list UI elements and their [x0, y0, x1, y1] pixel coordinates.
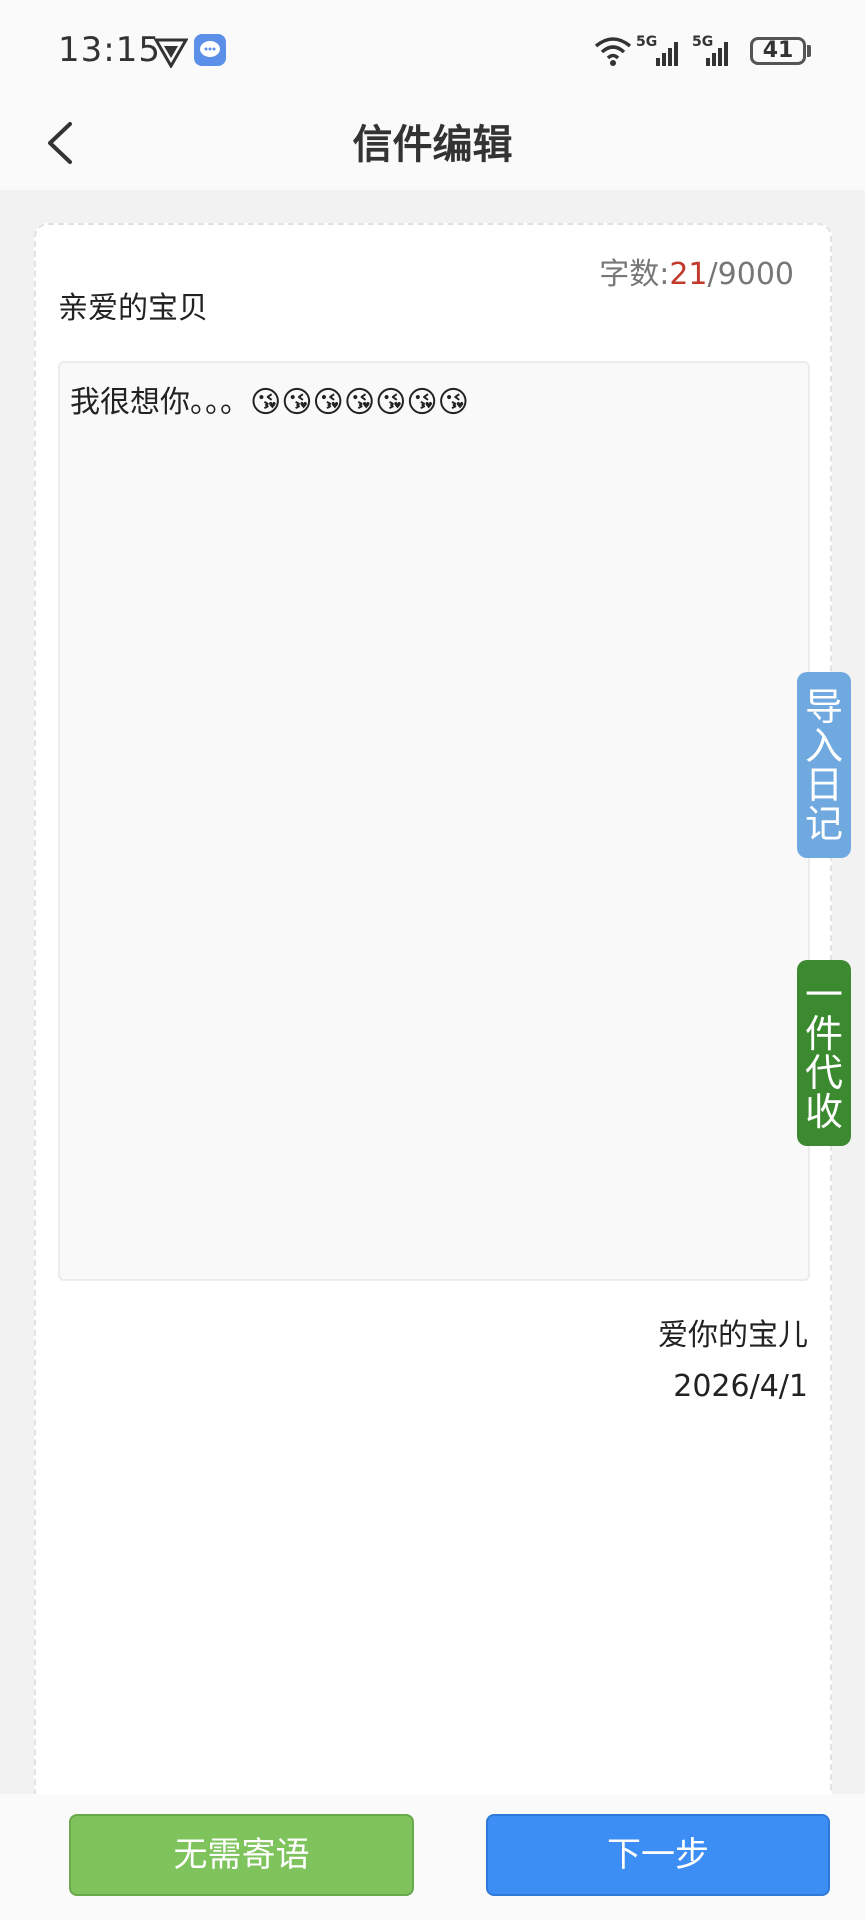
salutation: 亲爱的宝贝 — [58, 291, 208, 326]
status-bar: 13:15 5G 5G 41 — [0, 0, 865, 100]
signal-5g-icon: 5G — [692, 34, 740, 68]
battery-level: 41 — [762, 38, 794, 63]
word-count-current: 21 — [669, 257, 708, 292]
vpn-icon — [154, 38, 188, 68]
letter-date: 2026/4/1 — [673, 1369, 808, 1404]
letter-card: 字数:21/9000 亲爱的宝贝 我很想你。。。😘😘😘😘😘😘😘 爱你的宝儿 20… — [34, 223, 832, 1823]
skip-button[interactable]: 无需寄语 — [69, 1814, 414, 1896]
signal-5g-icon: 5G — [636, 34, 684, 68]
battery-icon: 41 — [750, 37, 806, 65]
import-diary-label: 导 入 日 记 — [804, 685, 843, 846]
status-time: 13:15 — [58, 30, 161, 70]
message-icon — [194, 34, 226, 66]
import-diary-tab[interactable]: 导 入 日 记 — [797, 672, 851, 858]
page-title: 信件编辑 — [352, 122, 513, 168]
signature: 爱你的宝儿 — [658, 1318, 808, 1353]
next-button[interactable]: 下一步 — [486, 1814, 830, 1896]
letter-body-text: 我很想你。。。😘😘😘😘😘😘😘 — [70, 385, 469, 420]
word-count-max: /9000 — [707, 257, 794, 292]
word-count-label: 字数: — [599, 257, 670, 292]
one-click-collect-tab[interactable]: 一 件 代 收 — [797, 960, 851, 1146]
letter-body-input[interactable]: 我很想你。。。😘😘😘😘😘😘😘 — [58, 361, 810, 1281]
nav-bar: 信件编辑 — [0, 100, 865, 190]
bottom-bar: 无需寄语 下一步 — [0, 1794, 865, 1920]
one-click-collect-label: 一 件 代 收 — [804, 973, 843, 1134]
word-count: 字数:21/9000 — [599, 249, 794, 293]
battery-tip — [807, 45, 811, 57]
wifi-icon — [594, 37, 632, 66]
